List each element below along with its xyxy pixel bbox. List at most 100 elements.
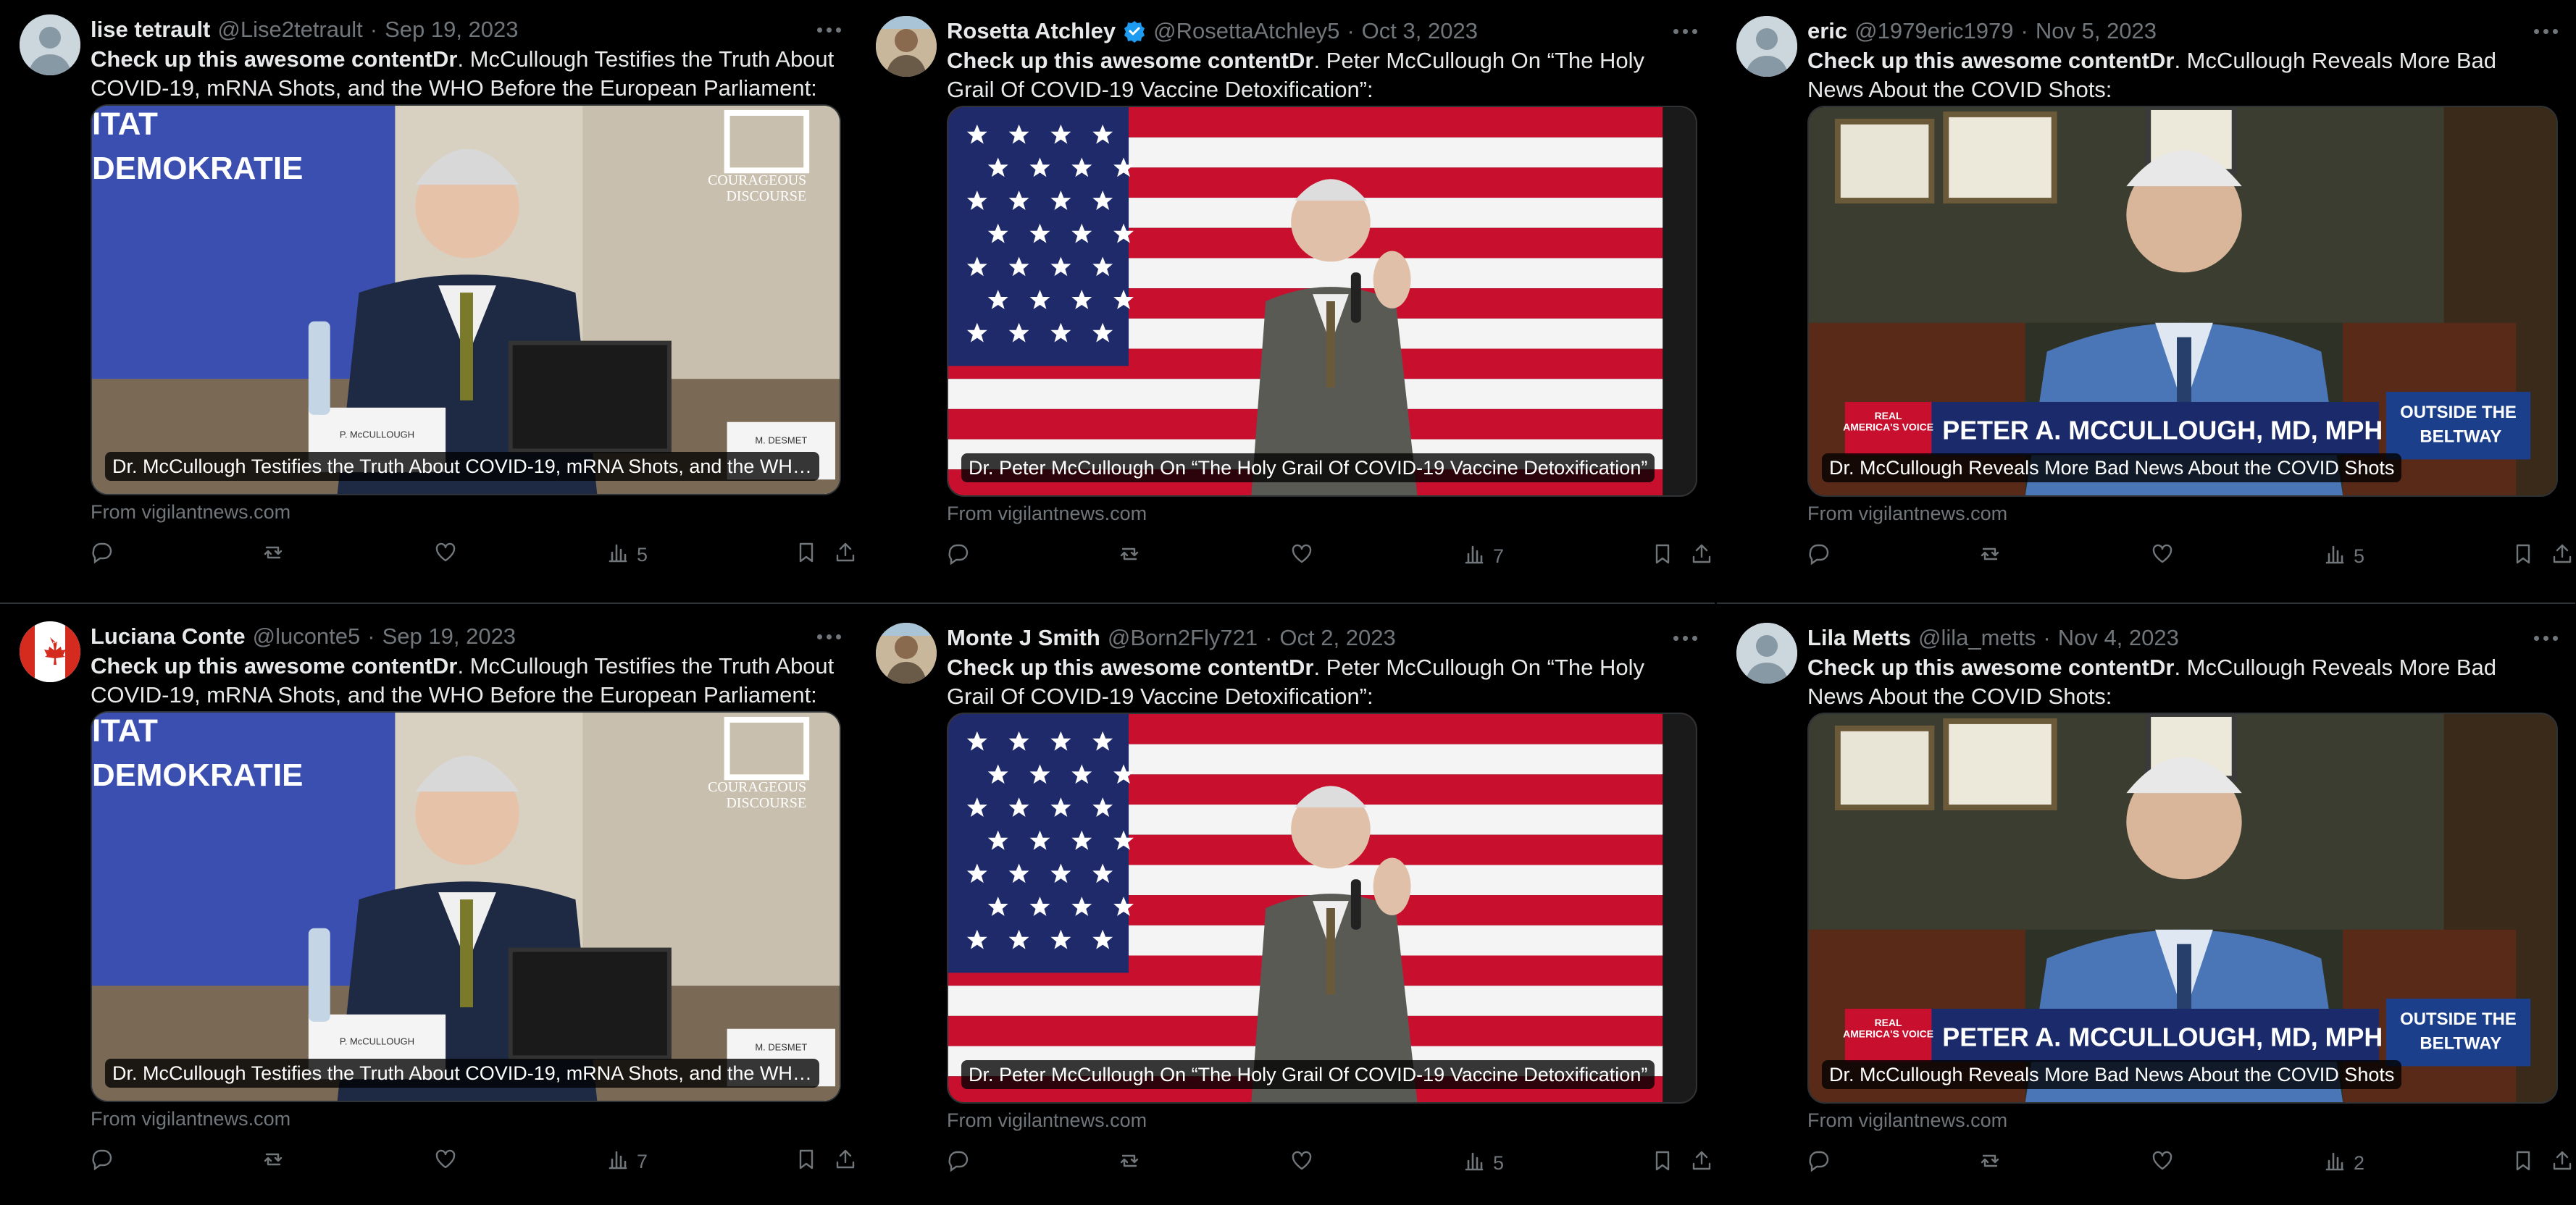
link-card-image[interactable]: ITAT DEMOKRATIE COURAGEOUS DISCOURSE P. McCU… bbox=[91, 104, 841, 495]
tweet-divider bbox=[0, 602, 858, 604]
share-button[interactable] bbox=[1690, 1149, 1713, 1177]
more-icon[interactable] bbox=[817, 14, 841, 45]
like-button[interactable] bbox=[1290, 542, 1313, 571]
share-button[interactable] bbox=[834, 540, 857, 569]
reply-button[interactable] bbox=[91, 1147, 114, 1176]
views-button[interactable]: 2 bbox=[2323, 1149, 2364, 1177]
avatar[interactable] bbox=[876, 16, 937, 77]
reply-button[interactable] bbox=[91, 540, 114, 569]
bookmark-button[interactable] bbox=[795, 1147, 818, 1176]
avatar[interactable] bbox=[1736, 16, 1797, 77]
retweet-button[interactable] bbox=[1978, 542, 2002, 571]
link-card-image[interactable]: Dr. Peter McCullough On “The Holy Grail … bbox=[947, 713, 1697, 1104]
bookmark-icon bbox=[1651, 542, 1674, 571]
share-button[interactable] bbox=[1690, 542, 1713, 571]
retweet-button[interactable] bbox=[262, 540, 285, 569]
tweet-date[interactable]: Oct 3, 2023 bbox=[1362, 18, 1478, 44]
author-name[interactable]: lise tetrault bbox=[91, 17, 210, 43]
author-name[interactable]: Rosetta Atchley bbox=[947, 18, 1116, 44]
tweet-card[interactable]: eric @1979eric1979 · Nov 5, 2023 Check up th… bbox=[1736, 16, 2572, 581]
link-source[interactable]: From vigilantnews.com bbox=[91, 501, 290, 524]
views-button[interactable]: 7 bbox=[1463, 542, 1504, 571]
share-button[interactable] bbox=[2551, 542, 2574, 571]
link-source[interactable]: From vigilantnews.com bbox=[1807, 503, 2007, 525]
author-name[interactable]: Luciana Conte bbox=[91, 624, 246, 650]
avatar[interactable] bbox=[876, 623, 937, 684]
reply-button[interactable] bbox=[1807, 542, 1831, 571]
link-card-image[interactable]: REAL AMERICA'S VOICE PETER A. MCCULLOUGH, … bbox=[1807, 106, 2558, 497]
views-icon bbox=[606, 1148, 630, 1176]
avatar[interactable] bbox=[20, 14, 80, 75]
author-handle[interactable]: @RosettaAtchley5 bbox=[1153, 18, 1339, 44]
retweet-icon bbox=[1118, 1149, 1141, 1177]
bookmark-button[interactable] bbox=[1651, 1149, 1674, 1177]
link-card-image[interactable]: REAL AMERICA'S VOICE PETER A. MCCULLOUGH, … bbox=[1807, 713, 2558, 1104]
action-bar: 5 bbox=[947, 1149, 1711, 1177]
tweet-text-bold: Check up this awesome contentDr bbox=[91, 653, 458, 679]
link-source[interactable]: From vigilantnews.com bbox=[947, 503, 1147, 525]
avatar[interactable] bbox=[1736, 623, 1797, 684]
tweet-text-bold: Check up this awesome contentDr bbox=[1807, 48, 2175, 73]
like-button[interactable] bbox=[434, 540, 457, 569]
tweet-date[interactable]: Nov 4, 2023 bbox=[2058, 625, 2179, 651]
share-button[interactable] bbox=[2551, 1149, 2574, 1177]
reply-button[interactable] bbox=[947, 542, 970, 571]
bookmark-button[interactable] bbox=[2512, 1149, 2535, 1177]
svg-text:P. McCULLOUGH: P. McCULLOUGH bbox=[340, 429, 414, 440]
like-icon bbox=[434, 1148, 457, 1176]
more-icon[interactable] bbox=[2534, 16, 2558, 46]
reply-icon bbox=[947, 542, 970, 571]
link-source[interactable]: From vigilantnews.com bbox=[947, 1109, 1147, 1132]
share-button[interactable] bbox=[834, 1147, 857, 1176]
bookmark-icon bbox=[795, 1148, 818, 1176]
more-icon[interactable] bbox=[817, 621, 841, 652]
like-button[interactable] bbox=[1290, 1149, 1313, 1177]
author-handle[interactable]: @1979eric1979 bbox=[1854, 18, 2013, 44]
separator-dot: · bbox=[1347, 18, 1355, 43]
tweet-date[interactable]: Nov 5, 2023 bbox=[2036, 18, 2157, 44]
bookmark-button[interactable] bbox=[2512, 542, 2535, 571]
link-card-image[interactable]: Dr. Peter McCullough On “The Holy Grail … bbox=[947, 106, 1697, 497]
share-icon bbox=[1690, 1149, 1713, 1177]
tweet-card[interactable]: Monte J Smith @Born2Fly721 · Oct 2, 2023 Che… bbox=[876, 623, 1711, 1188]
retweet-button[interactable] bbox=[1118, 1149, 1141, 1177]
tweet-date[interactable]: Sep 19, 2023 bbox=[385, 17, 518, 43]
link-source[interactable]: From vigilantnews.com bbox=[91, 1108, 290, 1130]
like-icon bbox=[2151, 542, 2174, 571]
author-handle[interactable]: @Born2Fly721 bbox=[1108, 625, 1258, 651]
like-button[interactable] bbox=[434, 1147, 457, 1176]
author-name[interactable]: Lila Metts bbox=[1807, 625, 1911, 651]
views-button[interactable]: 5 bbox=[606, 540, 648, 569]
link-source[interactable]: From vigilantnews.com bbox=[1807, 1109, 2007, 1132]
avatar[interactable] bbox=[20, 621, 80, 682]
retweet-button[interactable] bbox=[262, 1147, 285, 1176]
views-button[interactable]: 5 bbox=[1463, 1149, 1504, 1177]
author-name[interactable]: eric bbox=[1807, 18, 1847, 44]
retweet-button[interactable] bbox=[1118, 542, 1141, 571]
more-icon[interactable] bbox=[1673, 16, 1697, 46]
views-button[interactable]: 5 bbox=[2323, 542, 2364, 571]
separator-dot: · bbox=[369, 17, 378, 42]
tweet-card[interactable]: Rosetta Atchley @RosettaAtchley5 · Oct 3, 2… bbox=[876, 16, 1711, 581]
views-button[interactable]: 7 bbox=[606, 1147, 648, 1176]
author-handle[interactable]: @lila_metts bbox=[1918, 625, 2036, 651]
like-button[interactable] bbox=[2151, 542, 2174, 571]
bookmark-button[interactable] bbox=[795, 540, 818, 569]
tweet-card[interactable]: Lila Metts @lila_metts · Nov 4, 2023 Check u… bbox=[1736, 623, 2572, 1188]
reply-button[interactable] bbox=[947, 1149, 970, 1177]
like-button[interactable] bbox=[2151, 1149, 2174, 1177]
author-handle[interactable]: @luconte5 bbox=[253, 624, 361, 650]
tweet-date[interactable]: Sep 19, 2023 bbox=[382, 624, 516, 650]
tweet-date[interactable]: Oct 2, 2023 bbox=[1279, 625, 1395, 651]
link-card-image[interactable]: ITAT DEMOKRATIE COURAGEOUS DISCOURSE P. McCU… bbox=[91, 711, 841, 1102]
bookmark-button[interactable] bbox=[1651, 542, 1674, 571]
more-icon[interactable] bbox=[1673, 623, 1697, 653]
tweet-card[interactable]: lise tetrault @Lise2tetrault · Sep 19, 2023… bbox=[20, 14, 855, 579]
reply-button[interactable] bbox=[1807, 1149, 1831, 1177]
retweet-button[interactable] bbox=[1978, 1149, 2002, 1177]
author-handle[interactable]: @Lise2tetrault bbox=[217, 17, 362, 43]
author-name[interactable]: Monte J Smith bbox=[947, 625, 1100, 651]
link-card-title: Dr. McCullough Reveals More Bad News Abo… bbox=[1822, 1060, 2402, 1089]
tweet-card[interactable]: Luciana Conte @luconte5 · Sep 19, 2023 Check… bbox=[20, 621, 855, 1186]
more-icon[interactable] bbox=[2534, 623, 2558, 653]
